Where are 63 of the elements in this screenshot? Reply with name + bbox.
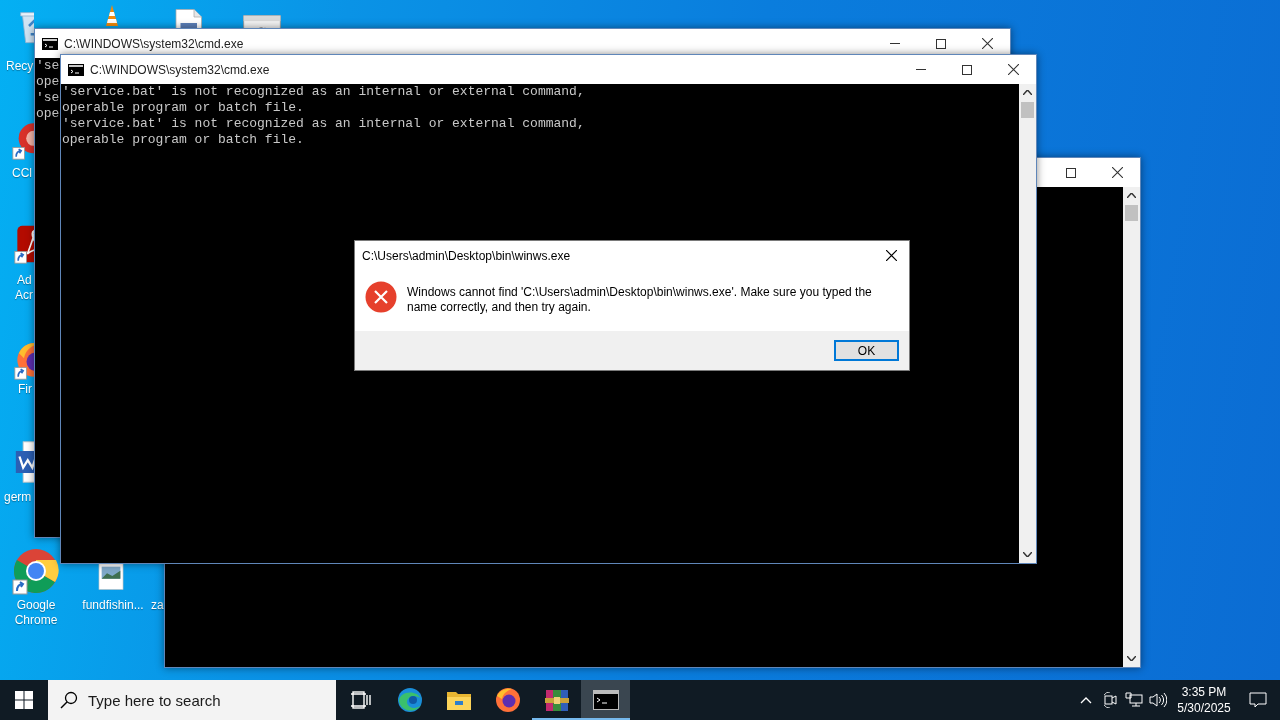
clock-time: 3:35 PM: [1181, 684, 1227, 700]
close-icon: [981, 38, 993, 49]
icon-label: CCl: [12, 166, 33, 180]
console-line: 'se: [36, 58, 60, 74]
clock-date: 5/30/2025: [1177, 700, 1231, 716]
icon-label: za: [151, 598, 165, 612]
browser-icon: [494, 687, 521, 713]
network-icon: [1125, 692, 1143, 708]
scroll-up-icon: [1127, 193, 1136, 198]
console-icon: [68, 63, 84, 76]
minimize-icon: [916, 69, 926, 70]
console-line: 'se: [36, 90, 60, 106]
scroll-down-icon: [1023, 552, 1032, 557]
maximize-icon: [1066, 167, 1076, 178]
icon-label: fundfishin...: [81, 598, 145, 612]
taskbar-button[interactable]: [581, 680, 630, 720]
scrollbar[interactable]: [1019, 84, 1036, 563]
ok-button[interactable]: OK: [834, 340, 899, 361]
error-message: Windows cannot find 'C:\Users\admin\Desktop\bin\winws.exe'. Make sure you typed the name correctly, and then try again.: [407, 285, 873, 315]
dialog-title: C:\Users\admin\Desktop\bin\winws.exe: [362, 248, 572, 263]
console-icon: [42, 37, 58, 50]
clock[interactable]: 3:35 PM 5/30/2025: [1172, 680, 1236, 720]
folder-icon: [445, 689, 472, 711]
swirl-app-icon[interactable]: [14, 224, 34, 266]
task-view-icon: [350, 691, 371, 709]
icon-label: Ad: [17, 273, 33, 287]
console-line: 'service.bat' is not recognized as an internal or external command,: [62, 116, 585, 132]
windows-logo-icon: [15, 691, 33, 709]
scroll-down-icon: [1127, 656, 1136, 661]
close-icon: [885, 250, 897, 261]
window-title: C:\WINDOWS\system32\cmd.exe: [90, 62, 270, 77]
browser-icon: [396, 687, 423, 713]
camera-icon: [1103, 692, 1117, 708]
speaker-icon: [1149, 692, 1167, 708]
console-line: operable program or batch file.: [62, 100, 304, 116]
icon-label: Google: [15, 598, 57, 612]
scroll-up-icon: [1023, 90, 1032, 95]
icon-label: Recy: [6, 59, 35, 73]
search-field[interactable]: Type here to search: [48, 680, 336, 720]
console-line: 'service.bat' is not recognized as an internal or external command,: [62, 84, 585, 100]
chevron-up-icon: [1080, 696, 1092, 704]
maximize-icon: [962, 64, 972, 75]
icon-label: Acr: [15, 288, 34, 302]
close-icon: [1111, 167, 1123, 178]
close-icon: [1007, 64, 1019, 75]
icon-label: germ: [4, 490, 33, 504]
browser-icon[interactable]: [12, 547, 60, 595]
console-line: operable program or batch file.: [62, 132, 304, 148]
console-line: ope: [36, 106, 60, 122]
error-icon: [365, 281, 397, 313]
console-line: ope: [36, 74, 60, 90]
settings-file-icon[interactable]: [240, 12, 284, 28]
icon-label: Fir: [18, 382, 33, 396]
scrollbar-thumb[interactable]: [1125, 205, 1138, 221]
maximize-icon: [936, 38, 946, 49]
icon-label: Chrome: [13, 613, 59, 627]
speech-bubble-icon: [1249, 692, 1267, 708]
window-title: C:\WINDOWS\system32\cmd.exe: [64, 36, 244, 51]
archive-books-icon: [543, 687, 570, 713]
scrollbar[interactable]: [1123, 187, 1140, 667]
console-icon: [592, 690, 619, 710]
scrollbar-thumb[interactable]: [1021, 102, 1034, 118]
minimize-icon: [890, 43, 900, 44]
